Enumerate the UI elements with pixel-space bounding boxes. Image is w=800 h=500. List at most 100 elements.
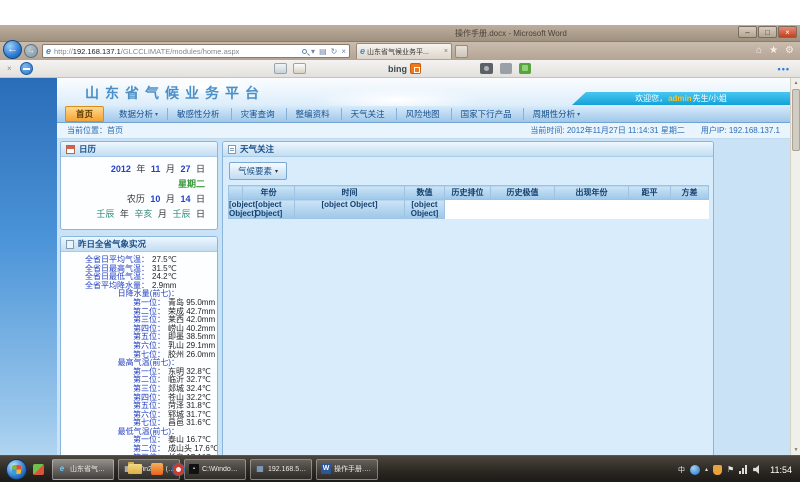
climate-element-button[interactable]: 气候要素 ▾ [229,162,287,180]
calendar-token: 10 [150,194,160,204]
refresh-icon[interactable]: ↻ [331,47,338,56]
orange-app-icon[interactable] [151,463,163,475]
addons-puzzle-icon[interactable] [519,63,531,74]
menu-item[interactable]: 天气关注 [341,108,396,120]
network-signal-icon[interactable] [739,465,748,474]
orange-addon-icon[interactable] [410,63,421,74]
menu-item[interactable]: 数据分析 ▾ [110,108,167,120]
action-center-flag-icon[interactable]: ⚑ [727,465,734,474]
tools-gear-icon[interactable]: ⚙ [785,44,794,58]
explorer-folder-icon[interactable] [128,464,142,474]
toolbar-close-icon[interactable]: × [7,64,12,73]
compatibility-view-icon[interactable]: ▤ [319,47,327,56]
toolbar-right-icons [480,63,531,74]
calendar-token: 2012 [111,164,131,174]
ime-indicator[interactable]: 中 [678,465,685,475]
vertical-scrollbar[interactable]: ▲ ▼ [790,78,800,455]
back-button[interactable]: ← [3,40,22,59]
minimize-button[interactable]: – [738,26,757,38]
address-bar[interactable]: e http://192.168.137.1/GLCCLIMATE/module… [42,44,350,58]
media-player-icon[interactable] [172,463,185,476]
maximize-button[interactable]: □ [758,26,777,38]
toolbar-mid-icons [274,63,306,74]
menu-item[interactable]: 风险地图 [396,108,451,120]
browser-tab[interactable]: e 山东省气候业务平... × [356,43,452,59]
taskbar-window-button[interactable]: e 山东省气候业务平... [52,459,114,480]
taskbar-buttons: e 山东省气候业务平... ▦ Win2008 (VS2... ▪ C:\Win… [48,459,378,480]
ie-favicon: e [46,47,51,56]
volume-speaker-icon[interactable] [753,465,762,474]
sidebar: 日历 2012 年 [60,141,218,482]
station-name: 昌邑 [168,418,184,427]
menu-item[interactable]: 国家下行产品 [451,108,523,120]
column-header: 数值 [405,186,445,200]
menu-item[interactable]: 周期性分析 ▾ [523,108,590,120]
tab-favicon: e [360,47,365,56]
forward-button[interactable]: → [24,44,38,58]
browser-toolbar: × bing ••• [0,60,800,78]
show-hidden-icons-arrow[interactable]: ▴ [705,466,708,473]
paw-icon[interactable] [500,63,512,74]
taskbar-clock[interactable]: 11:54 [770,465,792,475]
card-icon[interactable] [274,63,287,74]
calendar-token: 壬辰 [172,209,190,219]
bing-logo[interactable]: bing [388,63,421,74]
taskbar-app-icon: ▦ [255,464,265,474]
column-header: 距平 [629,186,671,200]
column-header: 出现年份 [555,186,629,200]
taskbar: e 山东省气候业务平... ▦ Win2008 (VS2... ▪ C:\Win… [0,455,800,482]
camera-icon[interactable] [480,63,493,74]
scroll-down-arrow[interactable]: ▼ [791,445,800,455]
weather-focus-title: 天气关注 [240,143,274,155]
menu-item-home[interactable]: 首页 [65,106,104,122]
weather-focus-content: 气候要素 ▾ 年份 [223,157,713,480]
column-header: [object Object] [405,200,445,219]
table-header-spacer [229,186,243,200]
scroll-up-arrow[interactable]: ▲ [791,78,800,88]
search-dropdown-icon[interactable]: ▾ [311,47,315,56]
tab-title: 山东省气候业务平... [367,47,442,57]
pinned-icons [128,463,185,476]
page-content: 山东省气候业务平台 欢迎您，admin先生/小姐 首页 数据分析 ▾ [57,78,790,482]
taskbar-window-button[interactable]: ▪ C:\Windows\s... [184,459,246,480]
favorites-star-icon[interactable]: ★ [769,44,778,58]
taskbar-window-button[interactable]: W 操作手册.docx ... [316,459,378,480]
new-tab-button[interactable] [455,45,468,58]
menu-item[interactable]: 灾害查询 [231,108,286,120]
start-button[interactable] [6,459,27,480]
calendar-token: 11 [151,164,161,174]
window-controls: – □ × [738,26,797,38]
column-header: 年份 [243,186,295,200]
close-button[interactable]: × [778,26,797,38]
network-globe-icon[interactable] [690,465,700,475]
security-shield-icon[interactable] [713,465,722,475]
tab-close-icon[interactable]: × [444,48,448,55]
word-window-titlebar: 操作手册.docx - Microsoft Word – □ × [0,25,800,42]
menu-item[interactable]: 敏感性分析 [167,108,231,120]
more-options-dots[interactable]: ••• [778,64,790,74]
blocker-icon[interactable] [20,62,33,75]
calendar-token: 日 [196,194,205,204]
menu-item[interactable]: 整编资料 [286,108,341,120]
pinned-shortcut-icon[interactable] [33,464,44,475]
calendar-line: 农历 10 月 14 日 [67,192,205,207]
taskbar-app-icon: e [57,464,67,474]
taskbar-app-icon: ▪ [189,464,199,474]
main-menu: 首页 数据分析 ▾ 敏感性分析 [57,106,790,123]
weather-focus-panel: 天气关注 气候要素 ▾ [222,141,714,480]
scrollbar-thumb[interactable] [792,89,800,151]
stop-icon[interactable]: × [341,47,346,56]
mail-icon[interactable] [293,63,306,74]
calendar-token: 星期二 [178,179,205,189]
rank-groups: 日降水量(前七)： 第一位： 青岛 95.0mm [61,290,215,479]
taskbar-window-button[interactable]: ▦ 192.168.59.99... [250,459,312,480]
username: admin [668,94,692,103]
search-icon[interactable] [302,49,307,54]
site-header: 山东省气候业务平台 欢迎您，admin先生/小姐 [57,78,790,106]
column-header: [object Object] [295,200,405,219]
screenshot-root: 操作手册.docx - Microsoft Word – □ × ← → e h… [0,0,800,500]
dropdown-arrow-icon: ▾ [577,111,580,118]
home-icon[interactable]: ⌂ [756,44,762,58]
system-tray: 中 ▴ ⚑ 11:54 [678,456,796,483]
page-left-gradient [0,78,57,482]
